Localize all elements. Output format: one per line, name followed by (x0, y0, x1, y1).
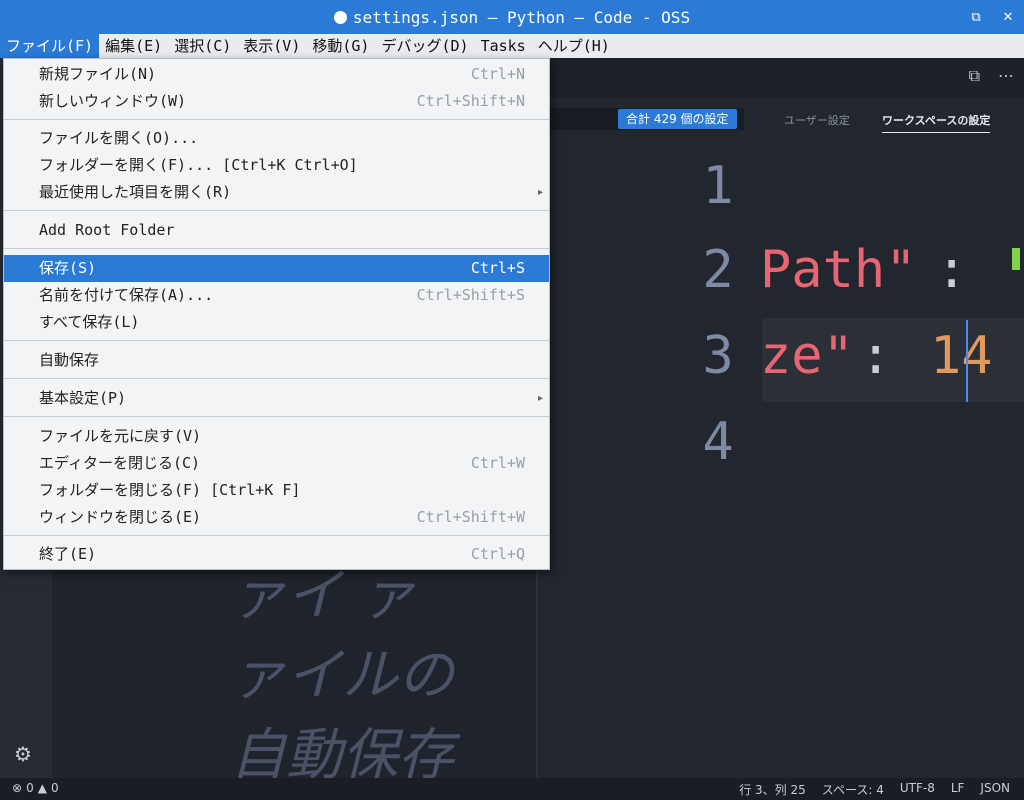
menu-item-revert-file[interactable]: ファイルを元に戻す(V) (4, 423, 549, 450)
menu-item-auto-save[interactable]: 自動保存 (4, 347, 549, 374)
gear-icon[interactable]: ⚙ (14, 742, 32, 766)
tab-workspace-settings[interactable]: ワークスペースの設定 (882, 112, 991, 133)
status-bar: ⊗ 0 ▲ 0 行 3、列 25 スペース: 4 UTF-8 LF JSON (0, 778, 1024, 800)
menu-item-exit[interactable]: 終了(E) Ctrl+Q (4, 541, 549, 568)
menu-go[interactable]: 移動(G) (306, 34, 375, 58)
menu-separator (4, 248, 549, 249)
cursor-position[interactable]: 行 3、列 25 (739, 781, 806, 798)
menu-separator (4, 119, 549, 120)
text-cursor (966, 320, 968, 402)
status-right-items: 行 3、列 25 スペース: 4 UTF-8 LF JSON (739, 781, 1010, 798)
tab-user-settings[interactable]: ユーザー設定 (784, 112, 850, 128)
string-start-marker (1012, 248, 1020, 270)
unsaved-dot-icon (333, 10, 347, 24)
warning-count: 0 (50, 781, 59, 795)
menu-separator (4, 535, 549, 536)
menu-item-new-file[interactable]: 新規ファイル(N) Ctrl+N (4, 61, 549, 88)
error-icon: ⊗ (12, 781, 23, 795)
line-number: 2 (702, 240, 734, 300)
window-title: settings.json — Python — Code - OSS (352, 7, 691, 27)
menu-selection[interactable]: 選択(C) (168, 34, 237, 58)
background-overlay-text: ァイ ァ ァイルの 自動保存 (230, 556, 454, 796)
menu-debug[interactable]: デバッグ(D) (375, 34, 474, 58)
menu-item-close-editor[interactable]: エディターを閉じる(C) Ctrl+W (4, 450, 549, 477)
file-menu-dropdown: 新規ファイル(N) Ctrl+N 新しいウィンドウ(W) Ctrl+Shift+N … (3, 58, 550, 570)
line-number: 3 (702, 326, 734, 386)
code-colon: : (936, 240, 968, 300)
menu-item-preferences[interactable]: 基本設定(P) ▸ (4, 385, 549, 412)
indentation[interactable]: スペース: 4 (822, 781, 884, 798)
submenu-arrow-icon: ▸ (537, 187, 543, 198)
more-actions-icon[interactable]: ⋯ (998, 66, 1014, 86)
menu-help[interactable]: ヘルプ(H) (532, 34, 616, 58)
menu-item-new-window[interactable]: 新しいウィンドウ(W) Ctrl+Shift+N (4, 88, 549, 115)
problems-indicator[interactable]: ⊗ 0 ▲ 0 (12, 781, 59, 795)
menu-item-open-file[interactable]: ファイルを開く(O)... (4, 125, 549, 152)
menu-item-save-as[interactable]: 名前を付けて保存(A)... Ctrl+Shift+S (4, 282, 549, 309)
editor-area[interactable] (538, 58, 1024, 778)
menu-bar: ファイル(F) 編集(E) 選択(C) 表示(V) 移動(G) デバッグ(D) … (0, 34, 1024, 58)
error-count: 0 (26, 781, 34, 795)
menu-separator (4, 416, 549, 417)
code-json-key: Path" (760, 240, 917, 300)
menu-item-close-window[interactable]: ウィンドウを閉じる(E) Ctrl+Shift+W (4, 504, 549, 531)
editor-actions: ⧉ ⋯ (969, 66, 1014, 86)
encoding[interactable]: UTF-8 (900, 781, 935, 798)
settings-count-badge: 合計 429 個の設定 (618, 109, 737, 129)
menu-edit[interactable]: 編集(E) (99, 34, 168, 58)
menu-separator (4, 340, 549, 341)
code-colon: : (860, 326, 892, 386)
menu-item-save[interactable]: 保存(S) Ctrl+S (4, 255, 549, 282)
window-controls: ⧉ ✕ (960, 0, 1024, 34)
restore-window-icon[interactable]: ⧉ (960, 10, 992, 25)
menu-item-open-folder[interactable]: フォルダーを開く(F)... [Ctrl+K Ctrl+O] (4, 152, 549, 179)
menu-separator (4, 378, 549, 379)
menu-item-save-all[interactable]: すべて保存(L) (4, 309, 549, 336)
menu-file[interactable]: ファイル(F) (0, 34, 100, 58)
title-bar: settings.json — Python — Code - OSS ⧉ ✕ (0, 0, 1024, 34)
menu-item-open-recent[interactable]: 最近使用した項目を開く(R) ▸ (4, 179, 549, 206)
line-number: 1 (702, 156, 734, 216)
menu-item-add-root-folder[interactable]: Add Root Folder (4, 217, 549, 244)
menu-tasks[interactable]: Tasks (475, 34, 532, 58)
submenu-arrow-icon: ▸ (537, 393, 543, 404)
menu-item-close-folder[interactable]: フォルダーを閉じる(F) [Ctrl+K F] (4, 477, 549, 504)
close-window-icon[interactable]: ✕ (992, 10, 1024, 25)
open-settings-json-icon[interactable]: ⧉ (969, 66, 980, 86)
overlay-line: ァイルの (230, 643, 454, 708)
code-json-number: 14 (930, 326, 993, 386)
language-mode[interactable]: JSON (980, 781, 1010, 798)
menu-separator (4, 210, 549, 211)
end-of-line[interactable]: LF (951, 781, 965, 798)
menu-view[interactable]: 表示(V) (237, 34, 306, 58)
editor-tab-strip (538, 58, 1024, 98)
line-number: 4 (702, 412, 734, 472)
warning-icon: ▲ (37, 781, 47, 795)
code-json-key: ze" (760, 326, 854, 386)
